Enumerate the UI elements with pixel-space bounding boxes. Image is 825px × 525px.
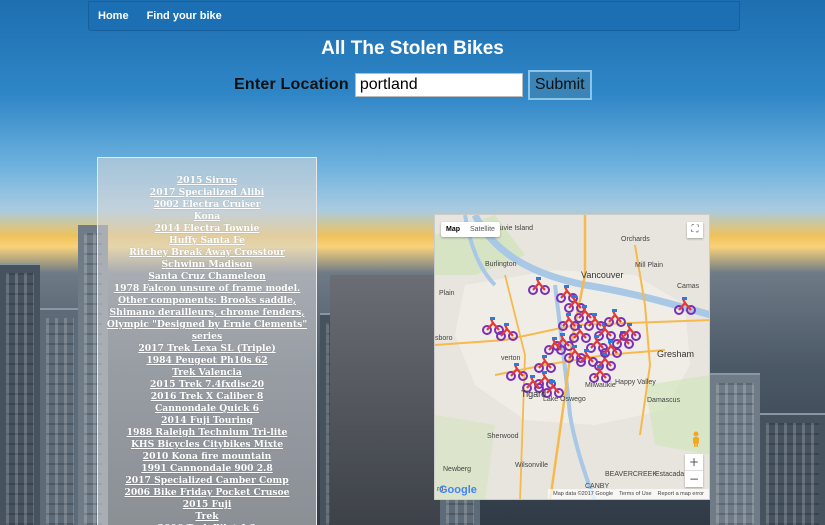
- stolen-bike-list: 2015 Sirrus 2017 Specialized Alibi 2002 El…: [97, 157, 317, 525]
- zoom-control: + −: [685, 454, 703, 487]
- bike-list-item[interactable]: 2014 Fuji Touring: [98, 415, 316, 427]
- bike-list-item[interactable]: 2002 Electra Cruiser: [98, 199, 316, 211]
- map-label-happy-valley: Happy Valley: [615, 379, 656, 386]
- map-label-vancouver: Vancouver: [581, 270, 624, 280]
- map-label-milwaukie: Milwaukie: [585, 382, 616, 389]
- map-data-credit: Map data ©2017 Google: [553, 491, 614, 497]
- map-label-estacada: Estacada: [655, 471, 685, 478]
- map-label-sherwood: Sherwood: [487, 433, 519, 440]
- map-label-newberg: Newberg: [443, 466, 472, 473]
- pegman-icon[interactable]: [691, 431, 701, 447]
- map-type-control: Map Satellite: [441, 222, 500, 237]
- map-type-satellite-button[interactable]: Satellite: [465, 222, 500, 237]
- bike-list-item[interactable]: 2006 Bike Friday Pocket Crusoe: [98, 487, 316, 499]
- bike-list-item[interactable]: Cannondale Quick 6: [98, 403, 316, 415]
- google-logo-text: Google: [439, 484, 477, 496]
- bike-list-item[interactable]: 2016 Trek X Caliber 8: [98, 391, 316, 403]
- map-label-hillsboro: sboro: [435, 335, 453, 342]
- nav-find-bike-link[interactable]: Find your bike: [138, 2, 231, 30]
- bike-list-item[interactable]: 1978 Falcon unsure of frame model. Other…: [98, 283, 316, 343]
- zoom-in-icon[interactable]: +: [685, 454, 703, 470]
- nav-home-link[interactable]: Home: [89, 2, 138, 30]
- bike-list-item[interactable]: Ritchey Break Away Crosstour: [98, 247, 316, 259]
- bike-list-item[interactable]: Trek: [98, 511, 316, 523]
- map-type-map-button[interactable]: Map: [441, 222, 465, 237]
- map-label-lake-oswego: Lake Oswego: [543, 396, 586, 403]
- submit-button[interactable]: Submit: [527, 70, 592, 100]
- bike-list-item[interactable]: 2017 Specialized Alibi: [98, 187, 316, 199]
- search-form: Enter Location Submit: [234, 70, 592, 100]
- top-navbar: Home Find your bike: [88, 1, 740, 31]
- page-title: All The Stolen Bikes: [321, 38, 504, 59]
- map-label-gresham: Gresham: [657, 349, 695, 359]
- map-label-plain: Plain: [439, 290, 455, 297]
- google-logo: Google: [439, 484, 477, 496]
- report-error-link[interactable]: Report a map error: [658, 491, 704, 497]
- bike-list-item[interactable]: Santa Cruz Chameleon: [98, 271, 316, 283]
- map-label-camas: Camas: [677, 283, 700, 290]
- map-label-orchards: Orchards: [621, 236, 650, 243]
- bike-list-item[interactable]: 2010 Kona fire mountain: [98, 451, 316, 463]
- map-label-burlington: Burlington: [485, 261, 517, 268]
- bike-list-item[interactable]: Kona: [98, 211, 316, 223]
- map-label-beaverton: verton: [501, 355, 521, 362]
- bike-list-item[interactable]: 2017 Trek Lexa SL (Triple): [98, 343, 316, 355]
- map-label-beavercreek: BEAVERCREEK: [605, 471, 657, 478]
- location-input[interactable]: [354, 73, 523, 97]
- map-label-damascus: Damascus: [647, 397, 681, 404]
- bike-list-item[interactable]: 2015 Fuji: [98, 499, 316, 511]
- location-label: Enter Location: [234, 76, 349, 93]
- bike-list-item[interactable]: 2015 Trek 7.4fxdisc20: [98, 379, 316, 391]
- fullscreen-icon[interactable]: ⛶: [687, 222, 703, 238]
- map-label-wilsonville: Wilsonville: [515, 462, 549, 469]
- stolen-bike-map[interactable]: Map Satellite ⛶ Sauvie Island Orchards B…: [434, 214, 710, 500]
- bike-list-item[interactable]: 1988 Raleigh Technium Tri-lite: [98, 427, 316, 439]
- bike-list-item[interactable]: 1991 Cannondale 900 2.8: [98, 463, 316, 475]
- terms-link[interactable]: Terms of Use: [619, 491, 651, 497]
- map-footer: Map data ©2017 Google Terms of Use Repor…: [548, 489, 709, 499]
- map-label-mill-plain: Mill Plain: [635, 262, 664, 269]
- bike-list-item[interactable]: Trek Valencia: [98, 367, 316, 379]
- bike-list-item[interactable]: 2015 Sirrus: [98, 175, 316, 187]
- zoom-out-icon[interactable]: −: [685, 470, 703, 487]
- bike-list-item[interactable]: 2017 Specialized Camber Comp: [98, 475, 316, 487]
- bike-list-item[interactable]: Huffy Santa Fe: [98, 235, 316, 247]
- bike-list-item[interactable]: 2014 Electra Townie: [98, 223, 316, 235]
- bike-list-item[interactable]: 1984 Peugeot Ph10s 62: [98, 355, 316, 367]
- bike-list-item[interactable]: KHS Bicycles Citybikes Mixte: [98, 439, 316, 451]
- bike-list-item[interactable]: Schwinn Madison: [98, 259, 316, 271]
